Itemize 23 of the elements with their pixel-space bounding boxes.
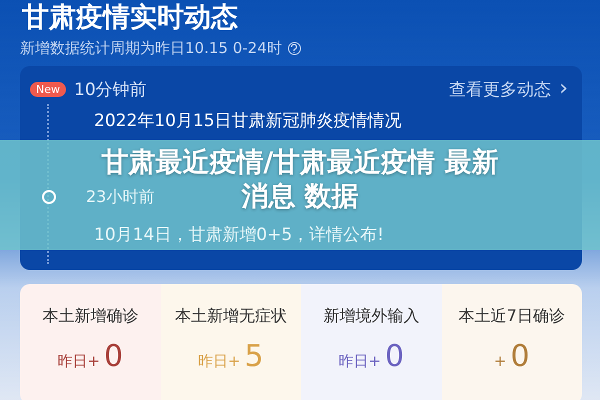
- stat-prefix: 昨日+: [338, 352, 381, 371]
- help-icon[interactable]: [288, 42, 301, 54]
- page-title: 甘肃疫情实时动态: [22, 2, 238, 34]
- stat-prefix: +: [494, 352, 506, 370]
- more-news-link[interactable]: 查看更多动态: [449, 78, 552, 100]
- stat-value: 0: [510, 339, 530, 374]
- news-headline[interactable]: 2022年10月15日甘肃新冠肺炎疫情情况: [94, 110, 402, 132]
- stat-value: 5: [244, 339, 264, 374]
- stat-label: 本土近7日确诊: [458, 306, 565, 327]
- stat-label: 新增境外输入: [323, 306, 420, 327]
- stat-label: 本土新增确诊: [42, 306, 138, 327]
- stat-label: 本土新增无症状: [174, 306, 287, 327]
- stat-value: 0: [104, 339, 124, 374]
- stat-prefix: 昨日+: [57, 352, 100, 371]
- stat-prefix: 昨日+: [198, 352, 240, 371]
- banner-title: 消息 数据: [241, 180, 359, 214]
- stat-value: 0: [384, 339, 404, 374]
- news-time: 10分钟前: [74, 78, 147, 100]
- banner-title: 甘肃最近疫情/甘肃最近疫情 最新: [101, 146, 499, 180]
- subtitle: 新增数据统计周期为昨日10.15 0-24时: [20, 38, 282, 58]
- new-badge: New: [30, 82, 66, 96]
- news-time: 23小时前: [86, 186, 154, 208]
- chevron-icon: ›: [559, 80, 568, 98]
